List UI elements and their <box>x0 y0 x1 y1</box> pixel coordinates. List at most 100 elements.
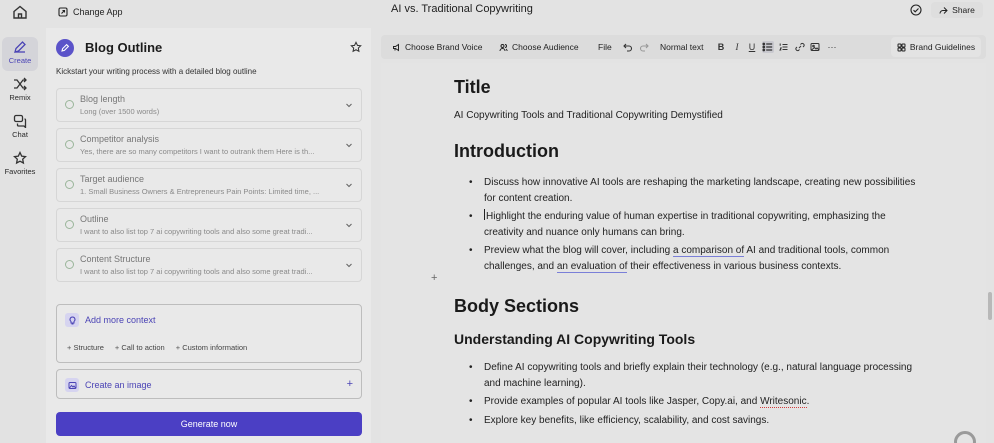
home-icon[interactable] <box>12 4 28 20</box>
share-button[interactable]: Share <box>931 2 983 18</box>
image-icon[interactable] <box>810 42 820 52</box>
plus-icon[interactable]: + <box>347 378 353 390</box>
document-title[interactable]: AI vs. Traditional Copywriting <box>391 3 533 15</box>
list-item: Define AI copywriting tools and briefly … <box>454 360 924 391</box>
check-circle-icon <box>65 220 74 229</box>
rail-item-favorites[interactable]: Favorites <box>2 148 38 182</box>
file-menu[interactable]: File <box>598 35 612 59</box>
brand-guidelines-label: Brand Guidelines <box>909 42 976 52</box>
field-competitor-analysis[interactable]: Competitor analysis Yes, there are so ma… <box>56 128 362 162</box>
list-item-text: Explore key benefits, like efficiency, s… <box>484 414 770 426</box>
image-icon <box>65 378 79 392</box>
check-circle-icon[interactable] <box>910 4 922 16</box>
panel-subtitle: Kickstart your writing process with a de… <box>56 67 257 76</box>
app-logo-icon <box>56 39 74 57</box>
rail-item-label: Remix <box>9 93 31 102</box>
star-icon <box>13 151 27 165</box>
field-target-audience[interactable]: Target audience 1. Small Business Owners… <box>56 168 362 202</box>
bold-button[interactable]: B <box>716 42 726 52</box>
spellcheck-underline[interactable]: Writesonic <box>760 396 807 408</box>
list-item: Explore key benefits, like efficiency, s… <box>454 413 924 429</box>
field-title: Blog length <box>80 94 126 104</box>
left-rail: Create Remix Chat Favorites <box>0 0 40 443</box>
choose-brand-voice-button[interactable]: Choose Brand Voice <box>392 35 483 59</box>
more-options-icon[interactable]: ··· <box>827 42 837 52</box>
rail-item-label: Chat <box>12 130 28 139</box>
brand-guidelines-button[interactable]: Brand Guidelines <box>891 37 981 57</box>
italic-button[interactable]: I <box>732 42 742 52</box>
rail-item-create[interactable]: Create <box>2 37 38 71</box>
rail-item-label: Favorites <box>4 167 36 176</box>
change-app-button[interactable]: Change App <box>58 4 123 20</box>
check-circle-icon <box>65 180 74 189</box>
underline-button[interactable]: U <box>747 42 757 52</box>
scrollbar-thumb[interactable] <box>988 292 992 320</box>
create-image-box[interactable]: Create an image + <box>56 369 362 399</box>
field-content-structure[interactable]: Content Structure I want to also list to… <box>56 248 362 282</box>
check-circle-icon <box>65 100 74 109</box>
document-editor[interactable]: Title AI Copywriting Tools and Tradition… <box>381 63 986 443</box>
field-value: 1. Small Business Owners & Entrepreneurs… <box>80 187 320 196</box>
choose-audience-button[interactable]: Choose Audience <box>499 35 579 59</box>
heading-title: Title <box>454 77 491 97</box>
list-item-text: their effectiveness in various business … <box>627 260 842 272</box>
body-list: Define AI copywriting tools and briefly … <box>454 360 924 431</box>
check-circle-icon <box>65 140 74 149</box>
redo-icon[interactable] <box>639 42 649 52</box>
suggestion-underline[interactable]: an evaluation of <box>556 260 628 273</box>
share-icon <box>939 6 948 14</box>
chevron-down-icon <box>346 223 352 228</box>
suggestion-underline[interactable]: a comparison of <box>672 245 745 257</box>
share-label: Share <box>952 5 975 15</box>
list-item-text: Discuss how innovative AI tools are resh… <box>484 177 916 204</box>
add-context-title: Add more context <box>85 315 156 325</box>
list-item: Highlight the enduring value of human ex… <box>454 209 924 240</box>
panel-title: Blog Outline <box>85 40 163 55</box>
title-paragraph: AI Copywriting Tools and Traditional Cop… <box>454 110 723 121</box>
switch-app-icon <box>58 7 68 17</box>
context-option-custom-information[interactable]: Custom information <box>176 343 247 352</box>
field-title: Content Structure <box>80 254 151 264</box>
chat-icon <box>13 114 27 128</box>
rail-item-label: Create <box>8 56 32 65</box>
create-image-title: Create an image <box>85 380 152 390</box>
list-item-text: Preview what the blog will cover, includ… <box>484 245 673 256</box>
rail-item-remix[interactable]: Remix <box>2 74 38 108</box>
introduction-list: Discuss how innovative AI tools are resh… <box>454 175 924 277</box>
text-cursor <box>484 209 485 220</box>
field-title: Target audience <box>80 174 145 184</box>
numbered-list-icon[interactable] <box>779 42 789 52</box>
list-item-text: . <box>806 396 810 407</box>
undo-icon[interactable] <box>623 42 633 52</box>
generate-now-button[interactable]: Generate now <box>56 412 362 436</box>
list-item: Preview what the blog will cover, includ… <box>454 243 924 274</box>
field-blog-length[interactable]: Blog length Long (over 1500 words) <box>56 88 362 122</box>
guidelines-icon <box>897 43 906 51</box>
rail-item-chat[interactable]: Chat <box>2 111 38 145</box>
users-icon <box>499 43 508 51</box>
lightbulb-icon <box>65 313 79 327</box>
chevron-down-icon <box>346 143 352 148</box>
list-item-text: Provide examples of popular AI tools lik… <box>484 396 761 407</box>
link-icon[interactable] <box>795 42 805 52</box>
favorite-star-icon[interactable] <box>350 41 362 53</box>
field-value: I want to also list top 7 ai copywriting… <box>80 227 313 236</box>
brand-voice-label: Choose Brand Voice <box>405 42 483 52</box>
bullet-list-icon[interactable] <box>762 41 774 53</box>
heading-understanding-ai: Understanding AI Copywriting Tools <box>454 331 696 347</box>
field-value: Long (over 1500 words) <box>80 107 160 116</box>
field-outline[interactable]: Outline I want to also list top 7 ai cop… <box>56 208 362 242</box>
list-item-text: Define AI copywriting tools and briefly … <box>484 362 913 389</box>
text-style-select[interactable]: Normal text <box>660 35 703 59</box>
heading-body-sections: Body Sections <box>454 296 580 316</box>
field-value: I want to also list top 7 ai copywriting… <box>80 267 313 276</box>
editor-toolbar: Choose Brand Voice Choose Audience File … <box>381 35 986 59</box>
pencil-icon <box>14 41 26 53</box>
add-block-plus-icon[interactable]: + <box>431 272 437 284</box>
audience-label: Choose Audience <box>512 42 579 52</box>
context-option-call-to-action[interactable]: Call to action <box>115 343 164 352</box>
field-title: Outline <box>80 214 109 224</box>
context-options: Structure Call to action Custom informat… <box>67 343 247 352</box>
context-option-structure[interactable]: Structure <box>67 343 103 352</box>
check-circle-icon <box>65 260 74 269</box>
